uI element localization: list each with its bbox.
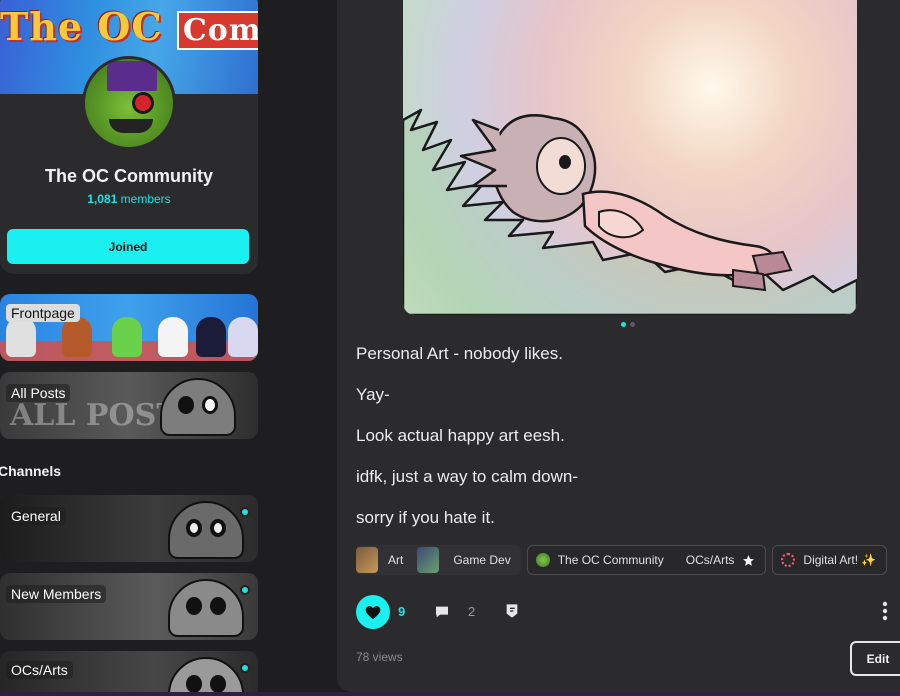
heart-icon — [365, 605, 381, 619]
channel-label: New Members — [6, 585, 107, 603]
feed-label: All Posts — [6, 384, 71, 402]
tag-label: Game Dev — [453, 553, 511, 567]
post-image[interactable] — [403, 0, 857, 315]
feed-frontpage[interactable]: Frontpage — [0, 294, 258, 361]
comment-count: 2 — [468, 604, 476, 619]
like-button[interactable] — [356, 595, 390, 629]
channel-label: General — [6, 507, 66, 525]
channel-art — [168, 579, 244, 637]
joined-button[interactable]: Joined — [7, 229, 249, 264]
post-line: sorry if you hate it. — [356, 508, 495, 527]
channel-ocs-arts[interactable]: OCs/Arts — [0, 651, 258, 696]
channel-label: OCs/Arts — [6, 661, 73, 679]
community-avatar[interactable] — [82, 56, 176, 150]
unread-dot — [240, 663, 250, 673]
pagination-dot-active[interactable] — [621, 322, 626, 327]
game-dev-thumbnail-icon — [417, 547, 440, 573]
community-name: The OC Community — [44, 166, 213, 186]
like-count: 9 — [398, 604, 406, 619]
post-line: idfk, just a way to calm down- — [356, 467, 579, 486]
channel-art — [168, 501, 244, 559]
banner-logo-text: The OC Community — [0, 4, 258, 50]
pagination-dot[interactable] — [630, 322, 635, 327]
post-line: Personal Art - nobody likes. — [356, 344, 563, 363]
post-card: Personal Art - nobody likes. Yay- Look a… — [337, 0, 900, 692]
channels-heading: Channels — [0, 463, 62, 479]
star-icon — [743, 554, 755, 566]
post-actions: 9 2 — [356, 593, 900, 631]
tag-label: Digital Art! ✨ — [803, 553, 877, 567]
tag-community-channel[interactable]: The OC Community OCs/Arts — [526, 545, 767, 575]
unread-dot — [240, 585, 250, 595]
community-globe-icon — [535, 553, 550, 567]
post-line: Look actual happy art eesh. — [356, 426, 565, 445]
edit-button[interactable]: Edit — [850, 641, 900, 676]
channel-general[interactable]: General — [0, 495, 258, 562]
image-pagination-dots[interactable] — [621, 322, 635, 327]
feed-label: Frontpage — [6, 304, 80, 322]
feed-all-posts[interactable]: ALL POSTS All Posts — [0, 372, 258, 439]
artwork-illustration — [403, 108, 857, 315]
post-line: Yay- — [356, 385, 390, 404]
tag-art[interactable]: Art Game Dev — [356, 545, 521, 575]
tag-label: Art — [388, 553, 404, 567]
sparkle-icon — [781, 553, 796, 567]
post-tags: Art Game Dev The OC Community OCs/Arts D… — [356, 545, 888, 575]
share-icon[interactable] — [504, 602, 520, 620]
comment-icon[interactable] — [434, 604, 450, 620]
unread-dot — [240, 507, 250, 517]
cat-character-art — [160, 378, 236, 436]
member-count: 1,081 members — [87, 192, 171, 206]
bottom-bar — [0, 692, 900, 696]
art-thumbnail-icon — [356, 547, 378, 573]
community-card: The OC Community The OC Community 1,081 … — [0, 0, 258, 274]
post-body: Personal Art - nobody likes. Yay- Look a… — [356, 342, 896, 547]
tag-channel-label: OCs/Arts — [685, 553, 735, 567]
view-count: 78 views — [356, 650, 403, 664]
more-options-icon[interactable] — [882, 601, 888, 621]
tag-digital-art[interactable]: Digital Art! ✨ — [772, 545, 888, 575]
channel-new-members[interactable]: New Members — [0, 573, 258, 640]
sidebar: The OC Community The OC Community 1,081 … — [0, 0, 262, 696]
tag-community-label: The OC Community — [557, 553, 664, 567]
channel-art — [168, 657, 244, 696]
